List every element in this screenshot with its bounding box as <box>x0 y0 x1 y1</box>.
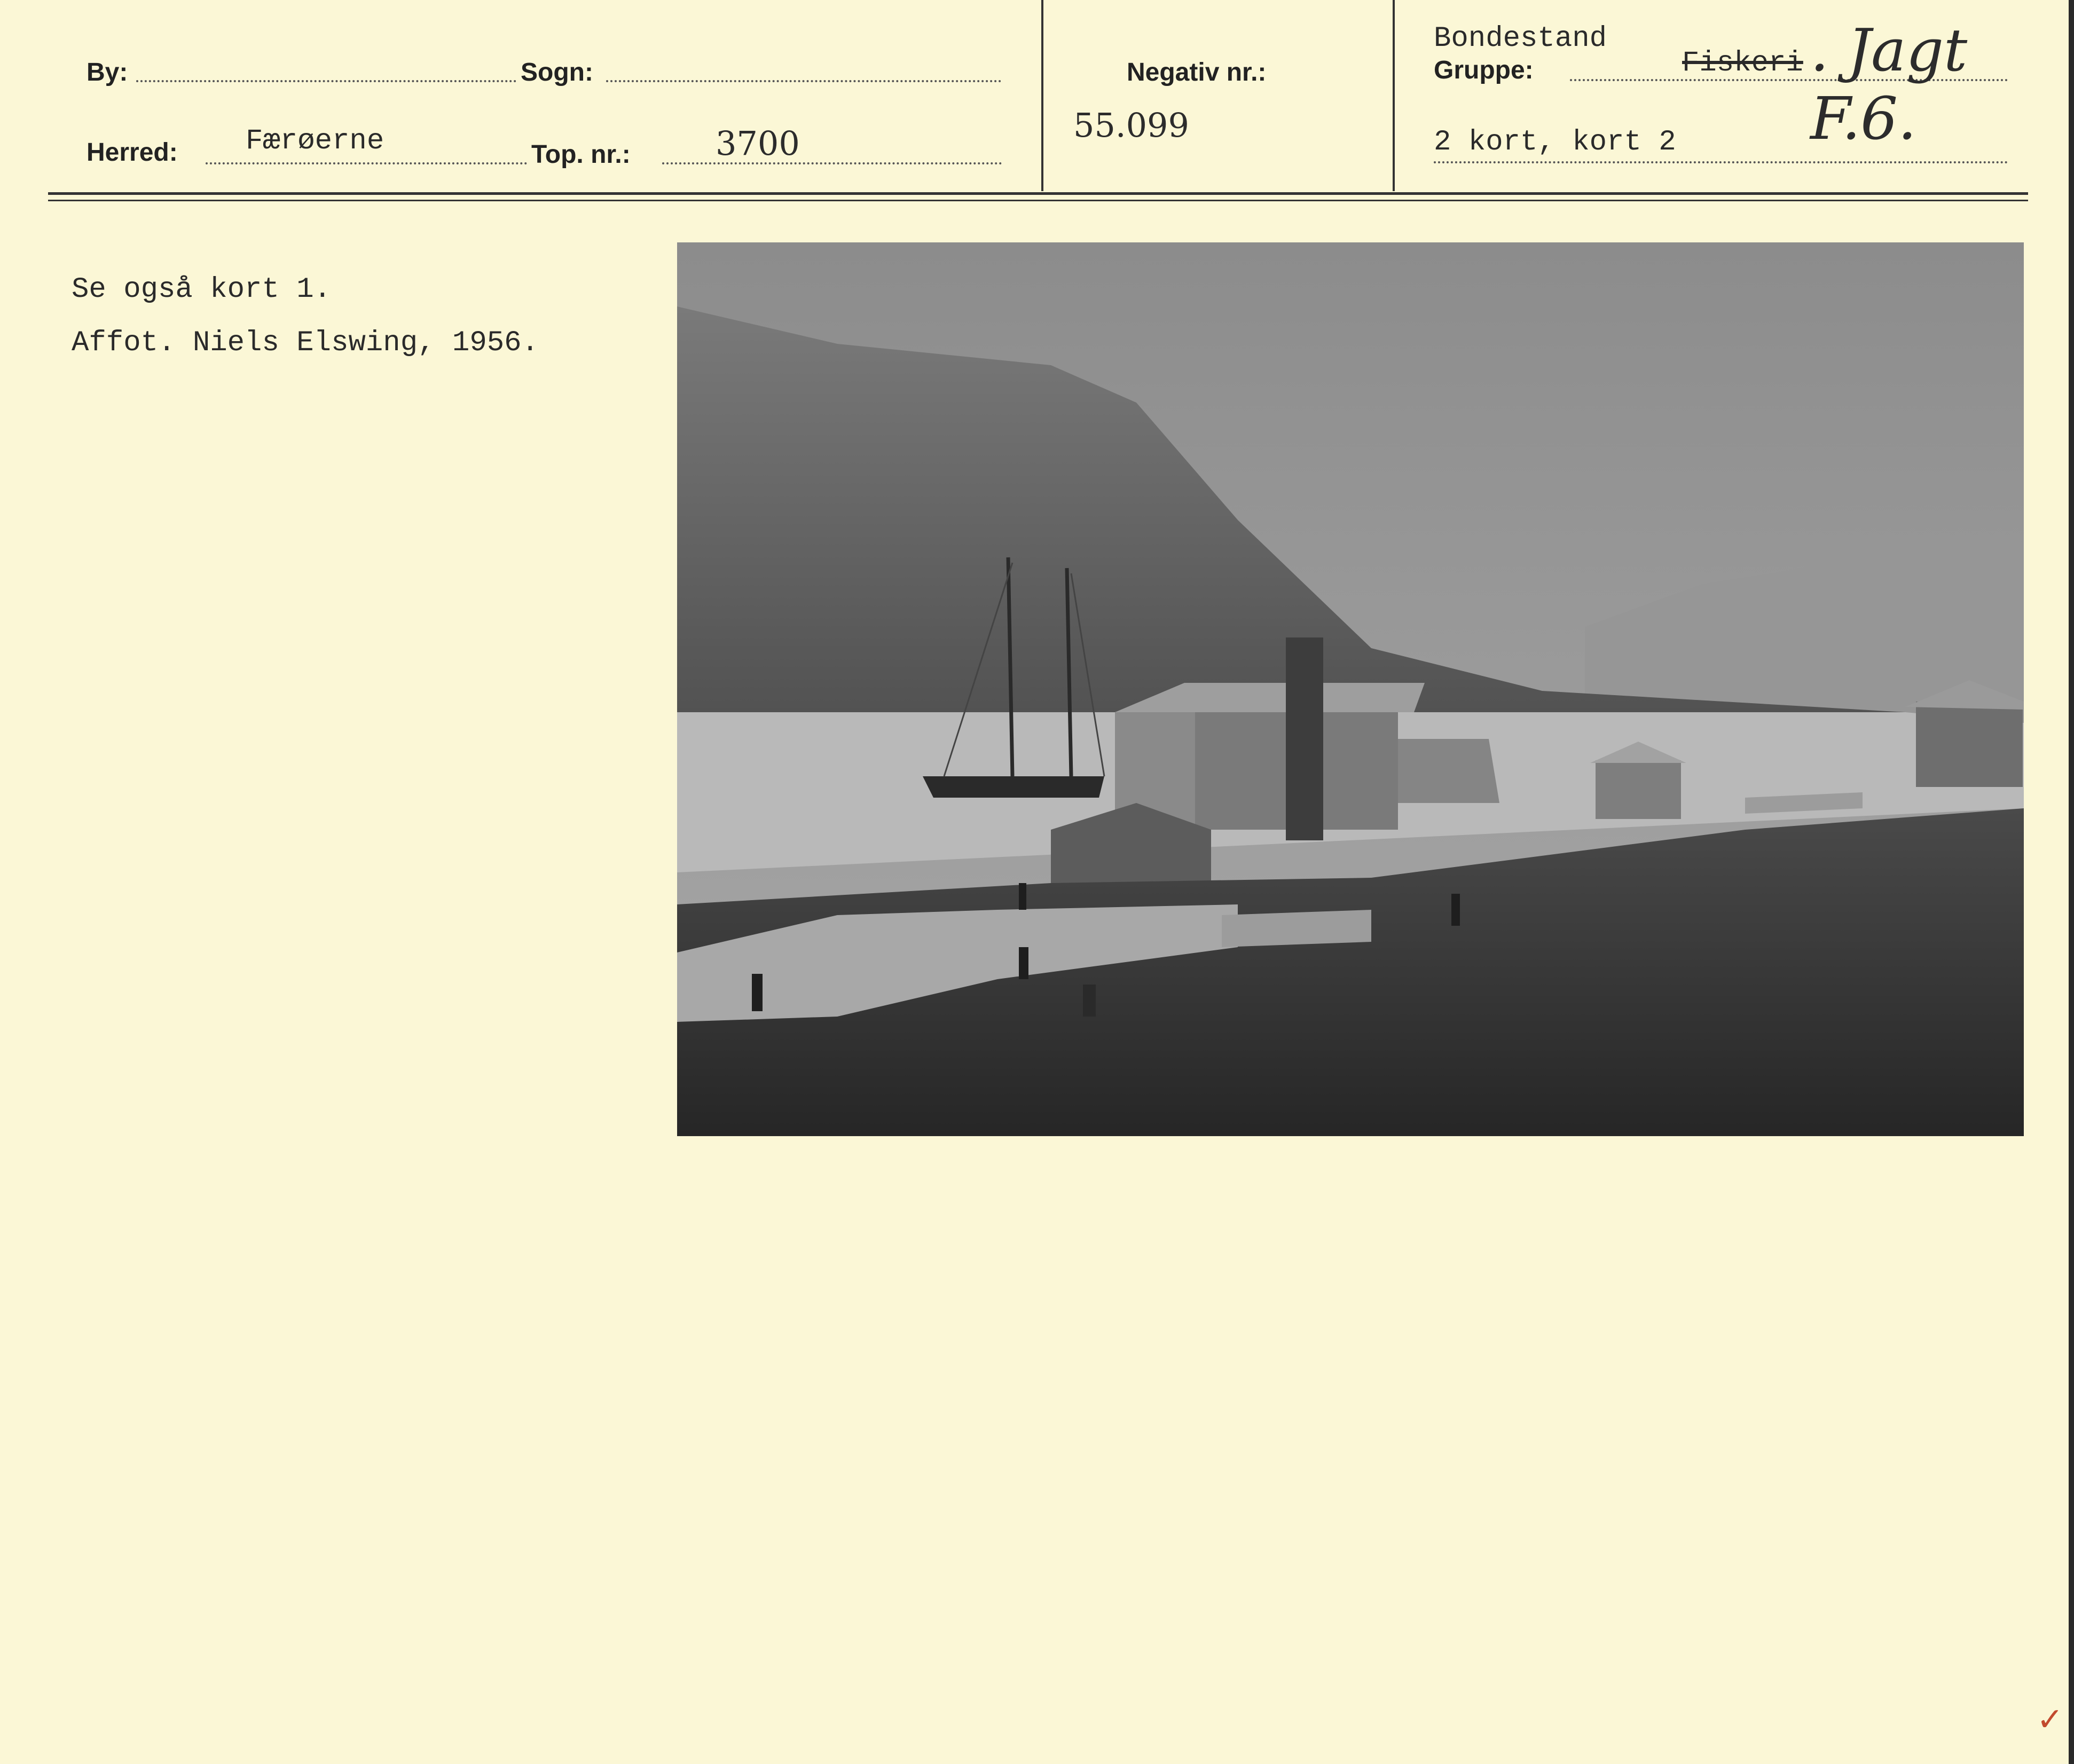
negativ-label: Negativ nr.: <box>1127 58 1267 86</box>
gruppe-label: Gruppe: <box>1434 56 1534 84</box>
gruppe-struck-value: Fiskeri <box>1682 47 1803 80</box>
sogn-field-line <box>606 80 1001 82</box>
by-label: By: <box>87 58 128 86</box>
gruppe-pre-text: Bondestand <box>1434 22 1607 55</box>
by-field-line <box>136 80 516 82</box>
negativ-value: 55.099 <box>1073 106 1189 145</box>
herred-value: Færøerne <box>246 125 384 158</box>
gruppe-handwritten-value: . Jagt F.6. <box>1810 16 1968 153</box>
sogn-label: Sogn: <box>521 58 593 86</box>
check-mark: ✓ <box>2037 1701 2064 1738</box>
header-divider-2 <box>1393 0 1395 191</box>
header-divider-1 <box>1041 0 1043 191</box>
kort-value: 2 kort, kort 2 <box>1434 126 1676 159</box>
mounted-photograph <box>677 242 2024 1136</box>
note-see-also: Se også kort 1. <box>72 273 332 306</box>
ship-hull <box>923 776 1104 798</box>
kort-field-line <box>1434 161 2008 163</box>
top-nr-value: 3700 <box>716 124 800 163</box>
archive-card: By: Sogn: Herred: Færøerne Top. nr.: 370… <box>0 0 2074 1764</box>
top-nr-label: Top. nr.: <box>531 140 631 169</box>
header-rule-top <box>48 192 2028 195</box>
top-nr-field-line <box>662 162 1002 164</box>
herred-field-line <box>206 162 527 164</box>
herred-label: Herred: <box>87 138 178 167</box>
header-rule-bottom <box>48 200 2028 201</box>
note-photographer: Affot. Niels Elswing, 1956. <box>72 327 539 359</box>
card-edge <box>2069 0 2074 1764</box>
